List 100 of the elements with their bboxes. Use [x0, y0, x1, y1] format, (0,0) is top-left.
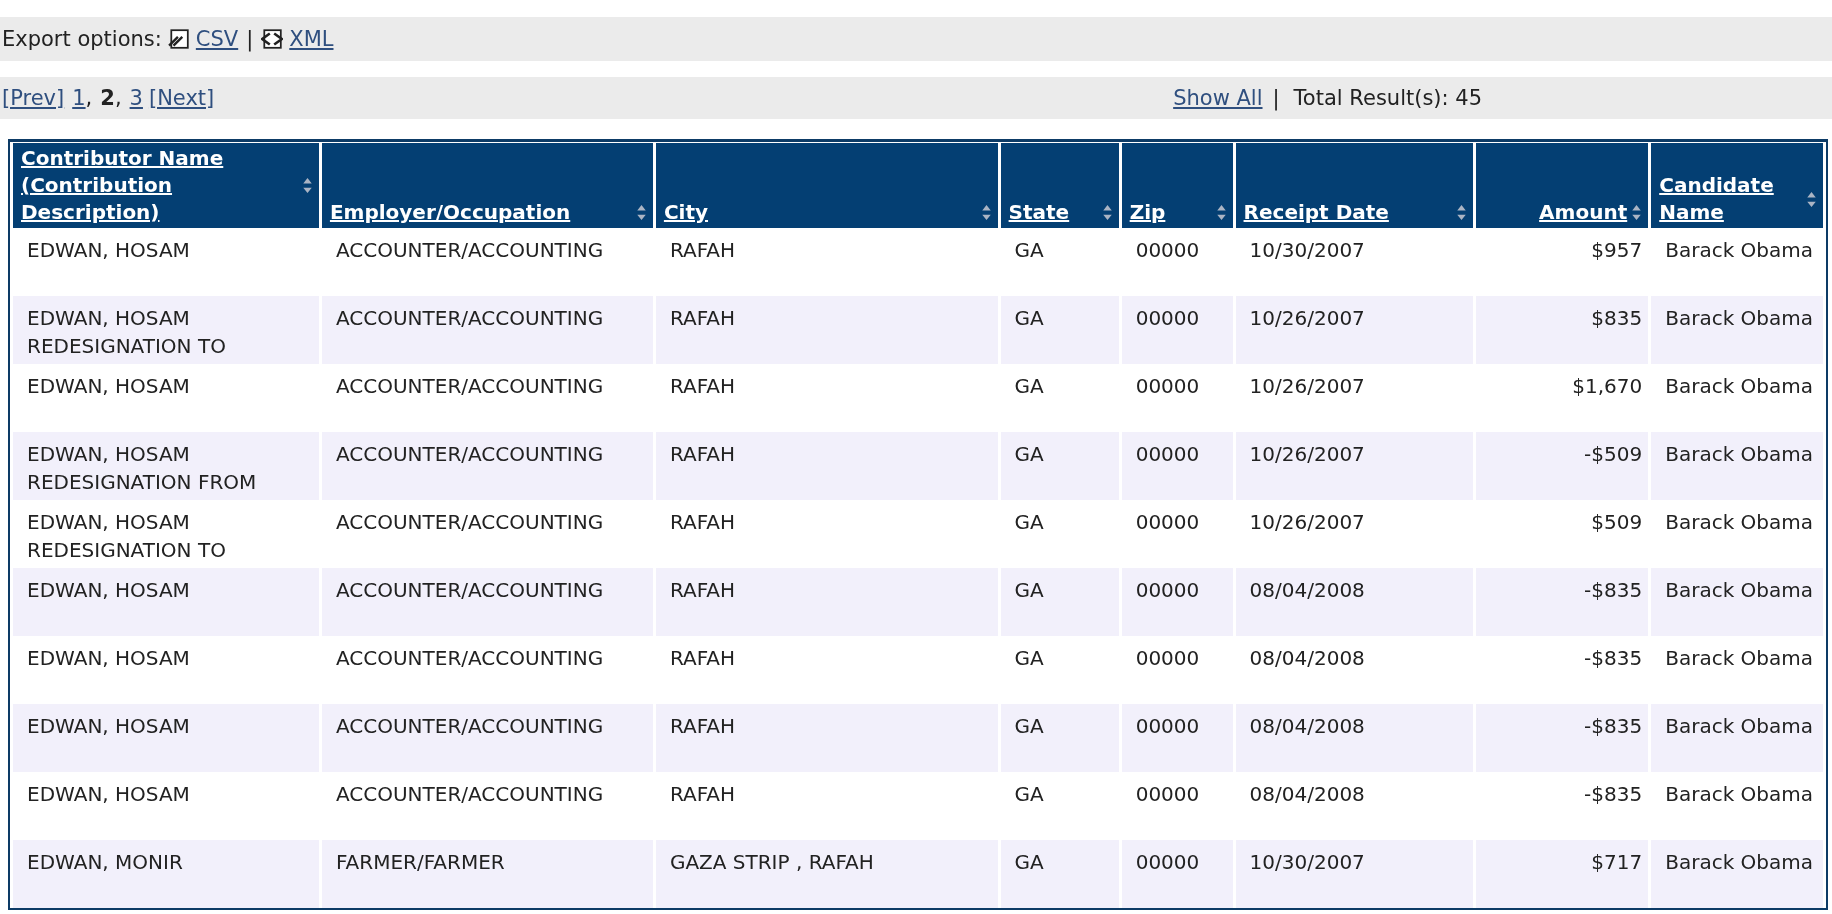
table-cell-text: -$835: [1583, 781, 1644, 808]
table-cell: EDWAN, HOSAM: [13, 704, 319, 772]
table-cell-text: GA: [1013, 373, 1045, 400]
column-header[interactable]: State: [1000, 142, 1119, 228]
table-cell: Barack Obama: [1651, 568, 1823, 636]
table-cell-text: EDWAN, HOSAM: [26, 781, 191, 808]
sort-icon[interactable]: [1215, 204, 1227, 221]
table-cell-text: ACCOUNTER/ACCOUNTING: [334, 237, 605, 264]
table-cell-text: 10/26/2007: [1248, 509, 1366, 536]
table-cell: FARMER/FARMER: [321, 840, 653, 908]
table-cell-text: Barack Obama: [1664, 781, 1815, 808]
table-cell-text: 00000: [1134, 781, 1201, 808]
sort-icon[interactable]: [1631, 204, 1643, 221]
table-cell: 00000: [1121, 296, 1233, 364]
table-cell-text: RAFAH: [668, 509, 737, 536]
table-cell-text: $957: [1590, 237, 1644, 264]
table-cell: RAFAH: [655, 704, 998, 772]
table-cell: GAZA STRIP , RAFAH: [655, 840, 998, 908]
table-cell-text: ACCOUNTER/ACCOUNTING: [334, 509, 605, 536]
separator: |: [1272, 86, 1280, 110]
table-cell: EDWAN, MONIR: [13, 840, 319, 908]
table-cell: 10/26/2007: [1235, 296, 1474, 364]
sort-icon[interactable]: [1101, 204, 1113, 221]
table-cell: ACCOUNTER/ACCOUNTING: [321, 296, 653, 364]
separator: |: [246, 27, 254, 51]
table-cell-text: 00000: [1134, 373, 1201, 400]
table-cell-text: $1,670: [1571, 373, 1644, 400]
table-cell: Barack Obama: [1651, 432, 1823, 500]
table-cell-text: 00000: [1134, 645, 1201, 672]
total-results: Total Result(s): 45: [1293, 86, 1482, 110]
export-link[interactable]: XML: [289, 27, 334, 51]
table-cell: GA: [1000, 704, 1119, 772]
export-link[interactable]: CSV: [195, 27, 239, 51]
column-header[interactable]: Employer/Occupation: [321, 142, 653, 228]
page-link[interactable]: 2: [100, 86, 115, 110]
table-cell: RAFAH: [655, 432, 998, 500]
table-cell: GA: [1000, 432, 1119, 500]
table-cell: 08/04/2008: [1235, 568, 1474, 636]
export-label: Export options:: [2, 27, 162, 51]
table-cell-text: -$835: [1583, 645, 1644, 672]
table-cell-text: ACCOUNTER/ACCOUNTING: [334, 645, 605, 672]
sort-icon[interactable]: [635, 204, 647, 221]
show-all-link[interactable]: Show All: [1173, 86, 1263, 110]
table-cell-text: EDWAN, HOSAM: [26, 237, 191, 264]
next-link[interactable]: [Next]: [148, 86, 215, 110]
table-cell: ACCOUNTER/ACCOUNTING: [321, 432, 653, 500]
table-cell: $835: [1476, 296, 1649, 364]
column-header[interactable]: City: [655, 142, 998, 228]
table-cell: ACCOUNTER/ACCOUNTING: [321, 704, 653, 772]
table-cell-text: 08/04/2008: [1248, 781, 1366, 808]
sort-icon[interactable]: [980, 204, 992, 221]
table-cell: 00000: [1121, 704, 1233, 772]
table-cell: Barack Obama: [1651, 296, 1823, 364]
column-header[interactable]: Contributor Name (Contribution Description): [13, 142, 319, 228]
table-cell-text: RAFAH: [668, 373, 737, 400]
table-cell-text: Barack Obama: [1664, 373, 1815, 400]
column-header[interactable]: Zip: [1121, 142, 1233, 228]
table-cell-text: Barack Obama: [1664, 237, 1815, 264]
table-cell-text: RAFAH: [668, 645, 737, 672]
table-cell-text: GA: [1013, 237, 1045, 264]
table-cell-text: 10/30/2007: [1248, 237, 1366, 264]
table-cell: 10/30/2007: [1235, 840, 1474, 908]
prev-link[interactable]: [Prev]: [2, 86, 65, 110]
table-cell: -$835: [1476, 704, 1649, 772]
table-cell-text: EDWAN, HOSAM REDESIGNATION TO: [26, 509, 227, 564]
table-cell: -$509: [1476, 432, 1649, 500]
table-cell: RAFAH: [655, 296, 998, 364]
table-cell-text: 00000: [1134, 509, 1201, 536]
table-cell-text: GA: [1013, 509, 1045, 536]
table-cell: 00000: [1121, 840, 1233, 908]
page-link[interactable]: 1: [72, 86, 86, 110]
table-cell-text: 00000: [1134, 237, 1201, 264]
code-icon[interactable]: [261, 28, 284, 50]
table-cell: -$835: [1476, 568, 1649, 636]
table-cell: RAFAH: [655, 568, 998, 636]
table-cell-text: EDWAN, HOSAM: [26, 373, 191, 400]
table-cell: $717: [1476, 840, 1649, 908]
sort-icon[interactable]: [1806, 190, 1817, 208]
column-header[interactable]: Receipt Date: [1235, 142, 1474, 228]
column-header[interactable]: Amount: [1476, 142, 1649, 228]
column-header[interactable]: Candidate Name: [1651, 142, 1823, 228]
table-cell: Barack Obama: [1651, 840, 1823, 908]
table-cell-text: 10/26/2007: [1248, 373, 1366, 400]
table-cell: 08/04/2008: [1235, 704, 1474, 772]
table-cell-text: ACCOUNTER/ACCOUNTING: [334, 373, 605, 400]
table-cell-text: ACCOUNTER/ACCOUNTING: [334, 781, 605, 808]
table-cell: 10/26/2007: [1235, 432, 1474, 500]
table-cell-text: GA: [1013, 645, 1045, 672]
table-cell: 00000: [1121, 568, 1233, 636]
table-cell-text: $509: [1590, 509, 1644, 536]
table-cell: EDWAN, HOSAM REDESIGNATION FROM: [13, 432, 319, 500]
spreadsheet-icon[interactable]: [167, 28, 190, 50]
table-cell-text: RAFAH: [668, 781, 737, 808]
separator: ,: [114, 86, 122, 110]
table-cell: EDWAN, HOSAM: [13, 568, 319, 636]
table-cell-text: RAFAH: [668, 237, 737, 264]
table-cell-text: EDWAN, HOSAM: [26, 645, 191, 672]
page-link[interactable]: 3: [129, 86, 143, 110]
sort-icon[interactable]: [1456, 204, 1468, 221]
sort-icon[interactable]: [301, 177, 313, 194]
